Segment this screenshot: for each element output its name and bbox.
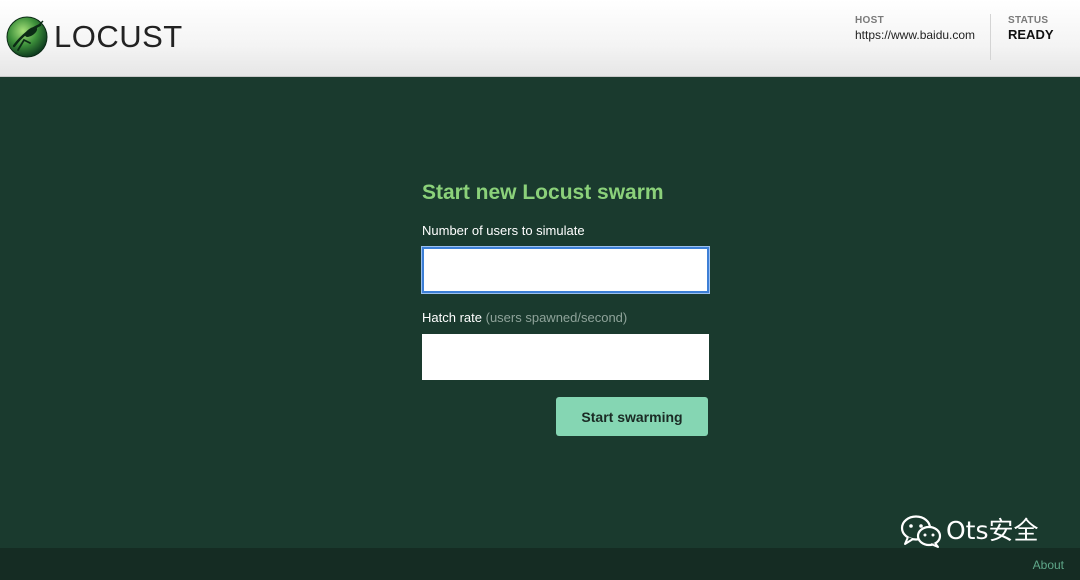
hatch-rate-label-text: Hatch rate — [422, 310, 482, 325]
watermark-text: Ots安全 — [946, 516, 1039, 545]
hatch-rate-hint: (users spawned/second) — [485, 310, 628, 325]
locust-logo-icon — [6, 16, 48, 58]
top-header: LOCUST HOST https://www.baidu.com STATUS… — [0, 0, 1080, 77]
hatch-rate-input[interactable] — [422, 334, 709, 380]
footer: About — [0, 548, 1080, 580]
wechat-icon — [900, 515, 942, 548]
about-link[interactable]: About — [1033, 558, 1064, 572]
host-info: HOST https://www.baidu.com — [855, 14, 975, 43]
users-label: Number of users to simulate — [422, 223, 585, 238]
locust-logo[interactable]: LOCUST — [6, 16, 183, 58]
form-title: Start new Locust swarm — [422, 181, 664, 204]
host-value: https://www.baidu.com — [855, 28, 976, 42]
logo-text: LOCUST — [54, 19, 183, 54]
status-value: READY — [1008, 27, 1054, 42]
users-input[interactable] — [422, 247, 709, 293]
host-label: HOST — [855, 15, 884, 26]
watermark: Ots安全 — [900, 513, 1039, 549]
header-divider — [990, 14, 991, 60]
status-info: STATUS READY — [1008, 14, 1054, 43]
start-swarming-button[interactable]: Start swarming — [556, 397, 708, 436]
hatch-rate-label: Hatch rate (users spawned/second) — [422, 309, 627, 327]
status-label: STATUS — [1008, 15, 1049, 26]
